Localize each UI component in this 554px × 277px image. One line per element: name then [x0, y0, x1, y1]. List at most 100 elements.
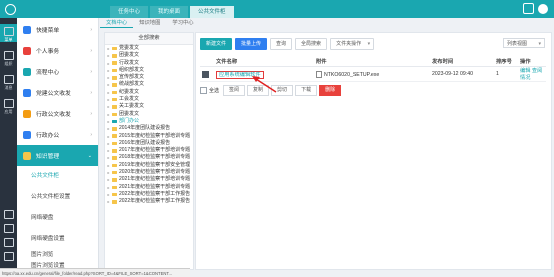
- rail-item-apps[interactable]: 应用: [0, 96, 17, 114]
- rail-download[interactable]: [0, 224, 17, 234]
- expand-icon[interactable]: ▸: [105, 118, 112, 125]
- org-icon: [3, 51, 14, 60]
- table-header-row: 文件名称 附件 发布时间 排序号 操作: [200, 55, 546, 67]
- download-button[interactable]: 下载: [295, 85, 318, 96]
- global-search-button[interactable]: 全局搜索: [295, 38, 328, 50]
- tree-search-header[interactable]: 全部搜索: [105, 33, 193, 45]
- expand-icon[interactable]: ▸: [105, 89, 112, 96]
- tab-knowledge-map[interactable]: 知识地图: [133, 19, 166, 28]
- sign-read-button[interactable]: 签阅: [223, 85, 246, 96]
- tree-item[interactable]: ▸ 2019年度纪检监察干部安全管理: [105, 162, 193, 169]
- sidebar-subitem-netdisk[interactable]: 网络硬盘: [17, 208, 98, 229]
- rail-item-message[interactable]: 消息: [0, 72, 17, 90]
- folder-icon: [112, 178, 117, 182]
- tree-item[interactable]: ▸ 关工委发文: [105, 103, 193, 110]
- sidebar-item-admin-docs[interactable]: 行政公文收发 ›: [17, 103, 98, 124]
- select-all[interactable]: 全选: [200, 87, 219, 94]
- folder-icon: [112, 83, 117, 87]
- expand-icon[interactable]: ▸: [105, 81, 112, 88]
- avatar[interactable]: [538, 3, 548, 14]
- browser-status-url: https://oa.xx.edu.cn/general/file_folder…: [0, 268, 190, 277]
- expand-icon[interactable]: ▸: [105, 45, 112, 52]
- select-all-checkbox[interactable]: [200, 87, 207, 94]
- workflow-icon: [23, 67, 31, 76]
- file-table: 文件名称 附件 发布时间 排序号 操作 应用系统编辑软件 NTKO6020_SE…: [200, 55, 546, 82]
- sidebar-item-workflow[interactable]: 流程中心 ›: [17, 61, 98, 82]
- tree-item[interactable]: ▸ 2014年度团队建设报告: [105, 125, 193, 132]
- sidebar-subitem-public-cabinet-settings[interactable]: 公共文件柜设置: [17, 187, 98, 208]
- rail-item-menu[interactable]: 菜单: [0, 24, 17, 42]
- sidebar-subitem-public-cabinet[interactable]: 公共文件柜: [17, 166, 98, 187]
- shortcut-icon: [23, 25, 31, 34]
- folder-ops-dropdown[interactable]: 文件夹操作: [330, 38, 375, 50]
- sidebar-item-office[interactable]: 行政办公 ›: [17, 124, 98, 145]
- tree-item[interactable]: ▸ 2021年度纪检监察干部培训专题: [105, 184, 193, 191]
- folder-icon: [112, 200, 117, 204]
- expand-icon[interactable]: ▸: [105, 125, 112, 132]
- batch-upload-button[interactable]: 批量上传: [235, 38, 268, 50]
- sidebar-subitem-netdisk-settings[interactable]: 网络硬盘设置: [17, 229, 98, 250]
- row-checkbox[interactable]: [202, 70, 209, 78]
- sidebar-subitem-image-browse[interactable]: 图片浏览: [17, 250, 98, 261]
- tree-item-label: 2014年度团队建设报告: [119, 125, 171, 132]
- top-bar: 任务中心 我的桌面 公共文件柜: [0, 0, 554, 18]
- folder-icon: [112, 141, 117, 146]
- sidebar-item-shortcut[interactable]: 快捷菜单 ›: [17, 19, 98, 40]
- attachment-link[interactable]: NTKO6020_SETUP.exe: [324, 71, 379, 77]
- expand-icon[interactable]: ▸: [105, 184, 112, 191]
- tree-item[interactable]: ▸ 统战部发文: [105, 81, 193, 88]
- top-tab-desktop[interactable]: 我的桌面: [150, 6, 189, 18]
- tree-item[interactable]: ▸ 2015年度纪检监察干部培训专题: [105, 133, 193, 140]
- expand-icon[interactable]: ▸: [105, 198, 112, 205]
- sidebar-item-knowledge[interactable]: 知识管理 ⌄: [17, 145, 98, 166]
- sidebar-item-party-docs[interactable]: 党建公文收发 ›: [17, 82, 98, 103]
- tree-item[interactable]: ▸ 纪委发文: [105, 89, 193, 96]
- folder-icon: [112, 68, 117, 73]
- rail-logout[interactable]: [0, 252, 17, 262]
- top-tab-task-center[interactable]: 任务中心: [110, 6, 149, 18]
- tab-doc-center[interactable]: 文档中心: [100, 19, 134, 28]
- expand-icon[interactable]: ▸: [105, 191, 112, 198]
- copy-button[interactable]: 复制: [247, 85, 270, 96]
- header-actions: 操作: [518, 55, 546, 67]
- tree-item[interactable]: ▸ 团委发文: [105, 111, 193, 118]
- expand-icon[interactable]: ▸: [105, 162, 112, 169]
- sidebar-item-personal[interactable]: 个人事务 ›: [17, 40, 98, 61]
- tree-item[interactable]: ▸ 2018年度纪检监察干部培训专题: [105, 154, 193, 161]
- expand-icon[interactable]: ▸: [105, 176, 112, 183]
- rail-item-org[interactable]: 组织: [0, 48, 17, 66]
- expand-icon[interactable]: ▸: [105, 154, 112, 161]
- view-mode-select[interactable]: 列表视图: [503, 38, 545, 49]
- expand-icon[interactable]: ▸: [105, 111, 112, 118]
- tree-item[interactable]: ▸ 行政发文: [105, 60, 193, 67]
- expand-icon[interactable]: ▸: [105, 67, 112, 74]
- tree-item[interactable]: ▸ 2022年度纪检监察干部工作报告: [105, 198, 193, 205]
- tree-item-label: 团委发文: [119, 110, 140, 117]
- rail-settings[interactable]: [0, 210, 17, 220]
- file-name-link[interactable]: 应用系统编辑软件: [216, 70, 264, 79]
- expand-icon[interactable]: ▸: [105, 133, 112, 140]
- new-file-button[interactable]: 新建文件: [200, 38, 233, 50]
- expand-icon[interactable]: ▸: [105, 74, 112, 81]
- edit-link[interactable]: 编辑: [520, 68, 530, 74]
- toolbar: 新建文件 批量上传 查询 全局搜索 文件夹操作: [200, 38, 377, 50]
- search-button[interactable]: 查询: [270, 38, 293, 50]
- cut-button[interactable]: 剪切: [271, 85, 294, 96]
- expand-icon[interactable]: ▸: [105, 96, 112, 103]
- expand-icon[interactable]: ▸: [105, 140, 112, 147]
- expand-icon[interactable]: ▸: [105, 52, 112, 59]
- rail-print[interactable]: [0, 238, 17, 248]
- expand-icon[interactable]: ▸: [105, 60, 112, 67]
- tree-item[interactable]: ▸ 团委发文: [105, 52, 193, 59]
- header-order: 排序号: [494, 55, 518, 67]
- tab-learning-center[interactable]: 学习中心: [166, 19, 199, 28]
- delete-button[interactable]: 删除: [319, 85, 342, 96]
- tree-item-label: 2015年度纪检监察干部培训专题: [119, 132, 191, 139]
- expand-icon[interactable]: ▸: [105, 147, 112, 154]
- top-tab-public-cabinet[interactable]: 公共文件柜: [190, 6, 234, 18]
- message-icon[interactable]: [523, 3, 534, 14]
- expand-icon[interactable]: ▸: [105, 169, 112, 176]
- tree-item[interactable]: ▸ 2021年度纪检监察干部培训专题: [105, 176, 193, 183]
- folder-icon: [112, 90, 117, 95]
- expand-icon[interactable]: ▸: [105, 103, 112, 110]
